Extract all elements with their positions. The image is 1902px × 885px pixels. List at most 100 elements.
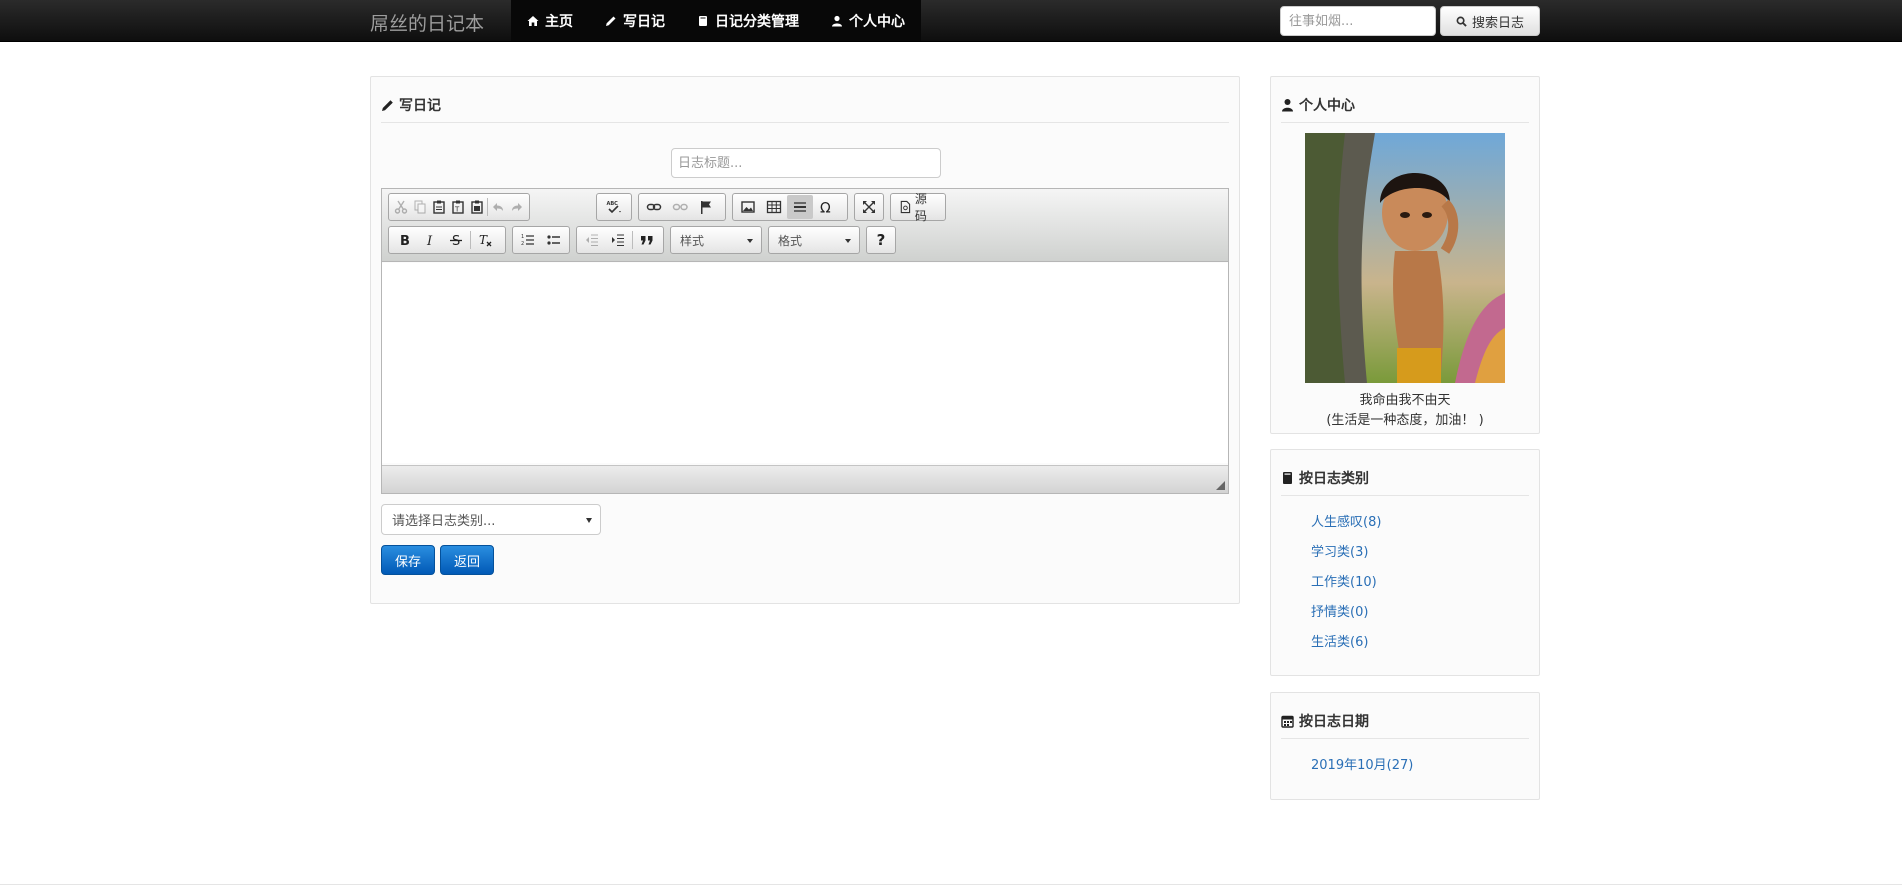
category-select-label: 请选择日志类别... xyxy=(392,514,496,529)
date-heading: 按日志日期 xyxy=(1281,703,1529,739)
help-icon: ? xyxy=(876,231,886,249)
image-button[interactable] xyxy=(735,195,761,219)
rich-text-editor: T ABC Ω 源码 B I T 1 2 样式 格式 ? xyxy=(381,188,1229,494)
category-link[interactable]: 人生感叹(8) xyxy=(1311,511,1381,530)
indent-group xyxy=(576,226,664,254)
format-dropdown-label: 格式 xyxy=(778,233,803,248)
help-group: ? xyxy=(866,226,896,254)
indent-button[interactable] xyxy=(605,228,631,252)
anchor-button[interactable] xyxy=(693,195,719,219)
quote-icon xyxy=(641,236,653,245)
list-group: 12 xyxy=(512,226,570,254)
home-icon xyxy=(527,15,539,26)
bold-button[interactable]: B xyxy=(391,228,417,252)
bold-icon: B xyxy=(400,234,410,248)
spellcheck-button[interactable]: ABC xyxy=(599,195,629,219)
strikethrough-icon: S xyxy=(450,234,462,248)
svg-text:1: 1 xyxy=(521,234,524,240)
unlink-button[interactable] xyxy=(667,195,693,219)
top-navbar: 屌丝的日记本 主页 写日记 日记分类管理 个人中心 搜索日志 xyxy=(0,0,1902,42)
special-char-button[interactable]: Ω xyxy=(813,195,839,219)
paste-button[interactable] xyxy=(429,195,448,219)
source-button-label: 源码 xyxy=(914,192,927,223)
nav-category-manage-label: 日记分类管理 xyxy=(715,13,799,30)
numbered-list-icon: 12 xyxy=(521,234,534,247)
write-diary-panel: 写日记 T ABC xyxy=(370,76,1240,604)
remove-format-button[interactable]: T xyxy=(472,228,498,252)
write-diary-heading: 写日记 xyxy=(381,87,1229,123)
svg-text:Ω: Ω xyxy=(820,201,831,216)
profile-heading: 个人中心 xyxy=(1281,87,1529,123)
svg-text:T: T xyxy=(454,206,460,214)
nav-personal-center[interactable]: 个人中心 xyxy=(815,0,921,41)
style-dropdown-label: 样式 xyxy=(680,233,705,248)
scissors-icon xyxy=(394,200,407,214)
spellcheck-group: ABC xyxy=(596,193,632,221)
clipboard-group: T xyxy=(388,193,530,221)
svg-text:2: 2 xyxy=(521,241,524,247)
source-icon xyxy=(900,200,911,214)
nav-home[interactable]: 主页 xyxy=(511,0,589,41)
nav-write-diary[interactable]: 写日记 xyxy=(589,0,681,41)
paste-text-button[interactable]: T xyxy=(448,195,467,219)
category-link[interactable]: 生活类(6) xyxy=(1311,631,1368,650)
search-input[interactable] xyxy=(1280,6,1436,36)
svg-text:T: T xyxy=(479,233,488,247)
editor-content-area[interactable] xyxy=(382,263,1228,463)
nav-category-manage[interactable]: 日记分类管理 xyxy=(681,0,815,41)
write-diary-heading-text: 写日记 xyxy=(399,97,441,114)
table-button[interactable] xyxy=(761,195,787,219)
back-button[interactable]: 返回 xyxy=(440,545,494,575)
undo-icon xyxy=(493,203,504,211)
brand-title[interactable]: 屌丝的日记本 xyxy=(370,9,484,36)
profile-heading-text: 个人中心 xyxy=(1299,97,1355,114)
bulleted-list-button[interactable] xyxy=(541,228,567,252)
indent-icon xyxy=(612,234,624,246)
outdent-icon xyxy=(586,234,598,246)
image-icon xyxy=(741,201,755,213)
table-icon xyxy=(766,200,782,214)
format-dropdown[interactable]: 格式 xyxy=(768,226,860,254)
profile-panel: 个人中心 我命由我不由天 (生活是一种态度，加油！ ) xyxy=(1270,76,1540,434)
category-link[interactable]: 学习类(3) xyxy=(1311,541,1368,560)
redo-icon xyxy=(512,203,523,211)
outdent-button[interactable] xyxy=(579,228,605,252)
strike-button[interactable]: S xyxy=(443,228,469,252)
avatar xyxy=(1305,133,1505,383)
blockquote-button[interactable] xyxy=(634,228,660,252)
toolbar-divider xyxy=(470,231,471,249)
insert-group: Ω xyxy=(732,193,848,221)
link-button[interactable] xyxy=(641,195,667,219)
profile-motto-sub: (生活是一种态度，加油！ ) xyxy=(1326,413,1484,428)
user-icon xyxy=(832,15,842,26)
maximize-button[interactable] xyxy=(857,195,881,219)
date-link[interactable]: 2019年10月(27) xyxy=(1311,754,1413,773)
save-button[interactable]: 保存 xyxy=(381,545,435,575)
copy-button[interactable] xyxy=(410,195,429,219)
avatar-image xyxy=(1305,133,1505,383)
paste-word-button[interactable] xyxy=(467,195,486,219)
style-dropdown[interactable]: 样式 xyxy=(670,226,762,254)
category-heading-text: 按日志类别 xyxy=(1299,470,1369,487)
category-select[interactable]: 请选择日志类别... xyxy=(381,504,601,535)
maximize-group xyxy=(854,193,884,221)
redo-button[interactable] xyxy=(508,195,527,219)
undo-button[interactable] xyxy=(489,195,508,219)
nav-home-label: 主页 xyxy=(545,13,573,30)
resize-handle-icon[interactable] xyxy=(1216,481,1225,490)
diary-title-input[interactable] xyxy=(671,148,941,178)
pencil-icon xyxy=(606,16,616,26)
toolbar-divider xyxy=(487,198,488,216)
paste-word-icon xyxy=(470,200,483,214)
numbered-list-button[interactable]: 12 xyxy=(515,228,541,252)
category-panel: 按日志类别 人生感叹(8) 学习类(3) 工作类(10) 抒情类(0) 生活类(… xyxy=(1270,449,1540,676)
search-button[interactable]: 搜索日志 xyxy=(1440,6,1540,36)
cut-button[interactable] xyxy=(391,195,410,219)
horizontal-rule-button[interactable] xyxy=(787,195,813,219)
source-button[interactable]: 源码 xyxy=(893,192,943,223)
source-group: 源码 xyxy=(890,192,946,223)
category-link[interactable]: 工作类(10) xyxy=(1311,571,1377,590)
category-link[interactable]: 抒情类(0) xyxy=(1311,601,1368,620)
help-button[interactable]: ? xyxy=(869,228,893,252)
italic-button[interactable]: I xyxy=(417,228,443,252)
